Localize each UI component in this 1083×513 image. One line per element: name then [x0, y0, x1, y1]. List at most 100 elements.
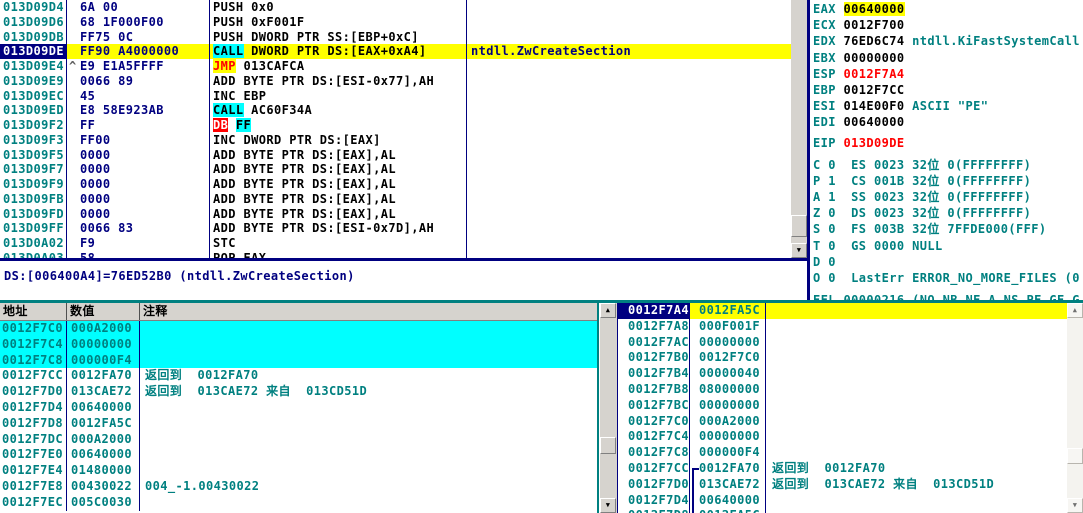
stack-row[interactable]: 0012F7A8 000F001F	[618, 318, 1067, 335]
comment-cell	[140, 416, 597, 432]
disassembly-scrollbar[interactable]: ▼	[791, 0, 807, 258]
column-header-comment[interactable]: 注释	[140, 303, 597, 320]
comment-cell	[766, 445, 1067, 461]
instruction-text: POP EAX	[213, 250, 267, 258]
bytes-text: 45	[80, 88, 96, 103]
stack-row[interactable]: 0012F7D80012FA5C	[618, 508, 1067, 513]
register-line[interactable]: EBP 0012F7CC	[810, 83, 1083, 99]
value-cell: 00640000	[690, 492, 766, 509]
disasm-row[interactable]: 013D09DB FF75 0C PUSH DWORD PTR SS:[EBP+0x…	[0, 29, 791, 45]
stack-row[interactable]: 0012F7B4 00000040	[618, 366, 1067, 382]
disasm-row[interactable]: 013D09F5 0000 ADD BYTE PTR DS:[EAX],AL	[0, 147, 791, 163]
bytes-text: FF90 A4000000	[80, 44, 180, 59]
bytes-cell: 0000	[67, 191, 210, 207]
flag-line[interactable]: A 1 SS 0023 32位 0(FFFFFFFF)	[810, 190, 1083, 206]
stack-row[interactable]: 0012F7D4 00640000	[618, 492, 1067, 509]
stack-row[interactable]: 0012F7BC 00000000	[618, 397, 1067, 414]
disasm-row[interactable]: 013D09FD 0000 ADD BYTE PTR DS:[EAX],AL	[0, 206, 791, 222]
flag-line[interactable]: T 0 GS 0000 NULL	[810, 239, 1083, 255]
stack-dump-row[interactable]: 0012F7D4 00640000	[0, 399, 597, 416]
disasm-row[interactable]: 013D09DE FF90 A4000000 CALL DWORD PTR DS:[…	[0, 44, 791, 59]
address-cell: 013D09F5	[0, 147, 67, 163]
instruction-text: PUSH DWORD PTR SS:[EBP+0xC]	[213, 29, 419, 44]
stack-row[interactable]: 0012F7A4 0012FA5C	[618, 303, 1067, 319]
bytes-text: 0000	[80, 162, 111, 177]
disasm-row[interactable]: 013D09F3 FF00 INC DWORD PTR DS:[EAX]	[0, 132, 791, 148]
register-line[interactable]: EDI 00640000	[810, 115, 1083, 131]
scrollbar-thumb[interactable]	[600, 437, 616, 454]
value-cell: 0012FA70	[67, 368, 140, 385]
comment-cell	[766, 366, 1067, 382]
stack-dump-row[interactable]: 0012F7E0 00640000	[0, 447, 597, 464]
register-value: 0012F700	[843, 18, 905, 33]
flag-line[interactable]: D 0	[810, 255, 1083, 271]
stack-row[interactable]: 0012F7C0 000A2000	[618, 413, 1067, 430]
stack-dump-row[interactable]: 0012F7CC 0012FA70 返回到 0012FA70	[0, 368, 597, 385]
disasm-row[interactable]: 013D09E4 ^ E9 E1A5FFFF JMP 013CAFCA	[0, 59, 791, 74]
disasm-row[interactable]: 013D09ED E8 58E923AB CALL AC60F34A	[0, 103, 791, 118]
column-header-value[interactable]: 数值	[67, 303, 140, 320]
stack-dump-row[interactable]: 0012F7C8 000000F4	[0, 352, 597, 369]
scrollbar-thumb[interactable]	[791, 215, 807, 237]
stack-row[interactable]: 0012F7AC 00000000	[618, 334, 1067, 351]
stack-dump-row[interactable]: 0012F7C4 00000000	[0, 336, 597, 353]
stack-dump-scrollbar[interactable]: ▲ ▼	[600, 303, 617, 513]
stack-dump-row[interactable]: 0012F7E4 01480000	[0, 463, 597, 479]
stack-row[interactable]: 0012F7C8 000000F4	[618, 445, 1067, 461]
disasm-row[interactable]: 013D09E9 0066 89 ADD BYTE PTR DS:[ESI-0x77…	[0, 73, 791, 89]
flag-line[interactable]: O 0 LastErr ERROR_NO_MORE_FILES (0	[810, 271, 1083, 287]
stack-dump-row[interactable]: 0012F7E8 00430022 004_-1.00430022	[0, 478, 597, 495]
scrollbar-thumb[interactable]	[1067, 448, 1083, 464]
flag-line[interactable]: C 0 ES 0023 32位 0(FFFFFFFF)	[810, 158, 1083, 174]
stack-row[interactable]: 0012F7D0 013CAE72 返回到 013CAE72 来自 013CD51D	[618, 476, 1067, 493]
register-line[interactable]: EBX 00000000	[810, 51, 1083, 67]
scroll-down-icon[interactable]: ▼	[1067, 498, 1083, 513]
disasm-row[interactable]: 013D09F7 0000 ADD BYTE PTR DS:[EAX],AL	[0, 162, 791, 177]
stack-dump-row[interactable]: 0012F7EC 005C0030	[0, 494, 597, 511]
disasm-row[interactable]: 013D09FF 0066 83 ADD BYTE PTR DS:[ESI-0x7D…	[0, 221, 791, 236]
bytes-text: FF	[80, 118, 96, 132]
flag-line[interactable]: S 0 FS 003B 32位 7FFDE000(FFF)	[810, 222, 1083, 238]
stack-row[interactable]: 0012F7CC 0012FA70 返回到 0012FA70	[618, 460, 1067, 477]
disasm-row[interactable]: 013D09F2 FF DB FF	[0, 118, 791, 133]
stack-dump-row[interactable]: 0012F7DC 000A2000	[0, 431, 597, 448]
flag-line[interactable]: P 1 CS 001B 32位 0(FFFFFFFF)	[810, 174, 1083, 190]
value-cell: 0012FA5C	[67, 415, 140, 432]
instruction-text: ADD BYTE PTR DS:[ESI-0x77],AH	[213, 73, 435, 88]
register-line[interactable]: ESI 014E00F0 ASCII "PE"	[810, 99, 1083, 115]
register-line[interactable]: EDX 76ED6C74 ntdll.KiFastSystemCall	[810, 34, 1083, 50]
disasm-row[interactable]: 013D09F9 0000 ADD BYTE PTR DS:[EAX],AL	[0, 177, 791, 192]
disasm-row[interactable]: 013D09D4 6A 00 PUSH 0x0	[0, 0, 791, 15]
column-header-address[interactable]: 地址	[0, 303, 67, 320]
disasm-row[interactable]: 013D0A02 F9 STC	[0, 236, 791, 251]
scroll-down-icon[interactable]: ▼	[600, 498, 616, 513]
instruction-text: ADD BYTE PTR DS:[EAX],AL	[213, 177, 396, 191]
bytes-cell: ^ E9 E1A5FFFF	[67, 59, 210, 74]
stack-row[interactable]: 0012F7B0 0012F7C0	[618, 350, 1067, 367]
disasm-row[interactable]: 013D09FB 0000 ADD BYTE PTR DS:[EAX],AL	[0, 191, 791, 207]
scroll-up-icon[interactable]: ▲	[1067, 303, 1083, 318]
stack-dump-row[interactable]: 0012F7D0 013CAE72 返回到 013CAE72 来自 013CD51D	[0, 384, 597, 400]
register-line[interactable]: EAX 00640000	[810, 2, 1083, 18]
stack-dump-row[interactable]: 0012F7D8 0012FA5C	[0, 415, 597, 432]
register-value: 0012F7A4	[843, 66, 905, 81]
register-line[interactable]: ECX 0012F700	[810, 18, 1083, 34]
disasm-row[interactable]: 013D0A03 58 POP EAX	[0, 250, 791, 258]
instruction-text: STC	[213, 236, 236, 250]
stack-dump-rows: 0012F7C0 000A2000 0012F7C4 00000000 0012F7C8…	[0, 321, 597, 511]
register-line[interactable]: EIP 013D09DE	[810, 136, 1083, 152]
bytes-cell: 0000	[67, 147, 210, 163]
address-cell: 0012F7C8	[0, 352, 67, 369]
disasm-row[interactable]: 013D09EC 45 INC EBP	[0, 88, 791, 104]
stack-row[interactable]: 0012F7C4 00000000	[618, 429, 1067, 446]
disasm-row[interactable]: 013D09D6 68 1F000F00 PUSH 0xF001F	[0, 14, 791, 30]
stack-dump-row[interactable]: 0012F7C0 000A2000	[0, 321, 597, 337]
register-line[interactable]: ESP 0012F7A4	[810, 67, 1083, 83]
stack-row[interactable]: 0012F7B8 08000000	[618, 381, 1067, 398]
scroll-down-icon[interactable]: ▼	[791, 243, 807, 258]
stack-scrollbar[interactable]: ▲ ▼	[1067, 303, 1083, 513]
scroll-up-icon[interactable]: ▲	[600, 303, 616, 318]
flag-line[interactable]: Z 0 DS 0023 32位 0(FFFFFFFF)	[810, 206, 1083, 222]
value-cell: 000A2000	[690, 413, 766, 430]
bytes-text: E8 58E923AB	[80, 103, 164, 118]
